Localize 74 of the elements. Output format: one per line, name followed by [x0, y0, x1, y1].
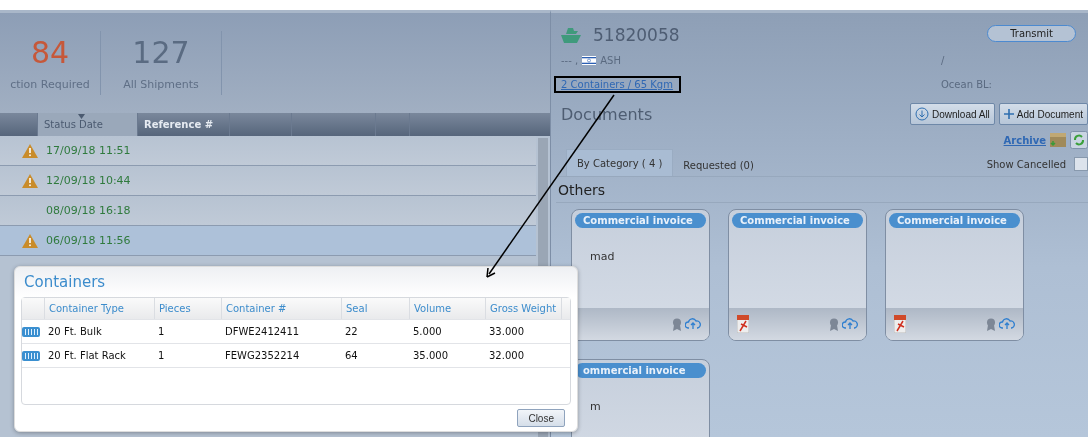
table-header[interactable]: Pieces: [154, 298, 221, 319]
document-card[interactable]: ommercial invoice m: [571, 359, 710, 437]
show-cancelled-checkbox[interactable]: [1074, 157, 1088, 171]
ribbon-icon[interactable]: [986, 317, 996, 331]
flag-icon: [582, 56, 597, 65]
containers-link[interactable]: 2 Containers / 65 Kgm: [561, 79, 673, 90]
stat-label: All Shipments: [123, 78, 199, 91]
origin-text: --- ,: [561, 55, 579, 66]
cloud-upload-icon[interactable]: [842, 318, 858, 330]
stat-count: 127: [132, 35, 190, 70]
ship-icon: [561, 27, 581, 43]
stat-label: ction Required: [10, 78, 90, 91]
table-cell-text: 1: [157, 350, 166, 361]
warning-icon: [22, 233, 38, 248]
shipment-number: 51820058: [593, 25, 680, 45]
dialog-title: Containers: [23, 273, 107, 291]
table-header[interactable]: Gross Weight: [485, 298, 561, 319]
status-date: 06/09/18 11:56: [46, 234, 131, 247]
ribbon-icon[interactable]: [672, 317, 682, 331]
section-heading: Others: [556, 177, 1088, 203]
table-cell-text: 5.000: [412, 326, 443, 337]
document-type-label: Commercial invoice: [575, 213, 706, 228]
archive-link[interactable]: Archive: [1003, 134, 1046, 146]
archive-box-icon[interactable]: [1050, 133, 1066, 147]
document-type-label: Commercial invoice: [732, 213, 863, 228]
table-cell-text: 20 Ft. Flat Rack: [47, 350, 127, 361]
shipment-row[interactable]: 06/09/18 11:56: [0, 226, 536, 256]
document-card[interactable]: Commercial invoice: [885, 209, 1024, 341]
status-date: 08/09/18 16:18: [46, 204, 131, 217]
table-cell-text: 64: [344, 350, 359, 361]
table-cell-text: 20 Ft. Bulk: [47, 326, 103, 337]
download-all-button[interactable]: Download All: [910, 103, 995, 125]
container-icon: [22, 350, 40, 361]
route-separator: /: [941, 55, 946, 66]
transmit-button[interactable]: Transmit: [987, 25, 1076, 42]
refresh-icon[interactable]: [1070, 131, 1088, 149]
show-cancelled-label: Show Cancelled: [986, 158, 1066, 170]
table-cell-text: 1: [157, 326, 166, 337]
stat-count: 84: [30, 35, 70, 70]
table-cell-text: DFWE2412411: [224, 326, 301, 337]
pdf-file-icon: [737, 315, 749, 333]
table-header[interactable]: Container Type: [44, 298, 154, 319]
pdf-file-icon: [894, 315, 906, 333]
table-header[interactable]: Container #: [221, 298, 341, 319]
document-type-label: Commercial invoice: [889, 213, 1020, 228]
document-tab[interactable]: By Category ( 4 ): [566, 149, 674, 176]
column-header[interactable]: Status Date: [38, 113, 138, 136]
document-text: m: [590, 400, 601, 413]
status-date: 12/09/18 10:44: [46, 174, 131, 187]
plus-icon: [1003, 109, 1014, 119]
port-code: ASH: [600, 55, 621, 66]
table-cell-text: 35.000: [412, 350, 449, 361]
ocean-bl-label: Ocean BL:: [941, 79, 993, 90]
document-type-label: ommercial invoice: [575, 363, 706, 378]
document-card[interactable]: Commercial invoice mad: [571, 209, 710, 341]
table-cell-text: FEWG2352214: [224, 350, 301, 361]
table-cell-text: 32.000: [488, 350, 525, 361]
document-tab[interactable]: Requested (0): [673, 154, 764, 176]
table-header[interactable]: Volume: [409, 298, 485, 319]
table-header[interactable]: Seal: [341, 298, 409, 319]
cloud-upload-icon[interactable]: [999, 318, 1015, 330]
container-icon: [22, 326, 40, 337]
add-document-button[interactable]: Add Document: [998, 103, 1088, 125]
cloud-upload-icon[interactable]: [685, 318, 701, 330]
warning-icon: [22, 173, 38, 188]
close-button[interactable]: Close: [517, 409, 565, 427]
table-cell-text: 22: [344, 326, 359, 337]
warning-icon: [22, 143, 38, 158]
status-date: 17/09/18 11:51: [46, 144, 131, 157]
table-cell-text: 33.000: [488, 326, 525, 337]
document-text: mad: [590, 250, 615, 263]
document-card[interactable]: Commercial invoice: [728, 209, 867, 341]
download-icon: [915, 107, 930, 121]
ribbon-icon[interactable]: [829, 317, 839, 331]
